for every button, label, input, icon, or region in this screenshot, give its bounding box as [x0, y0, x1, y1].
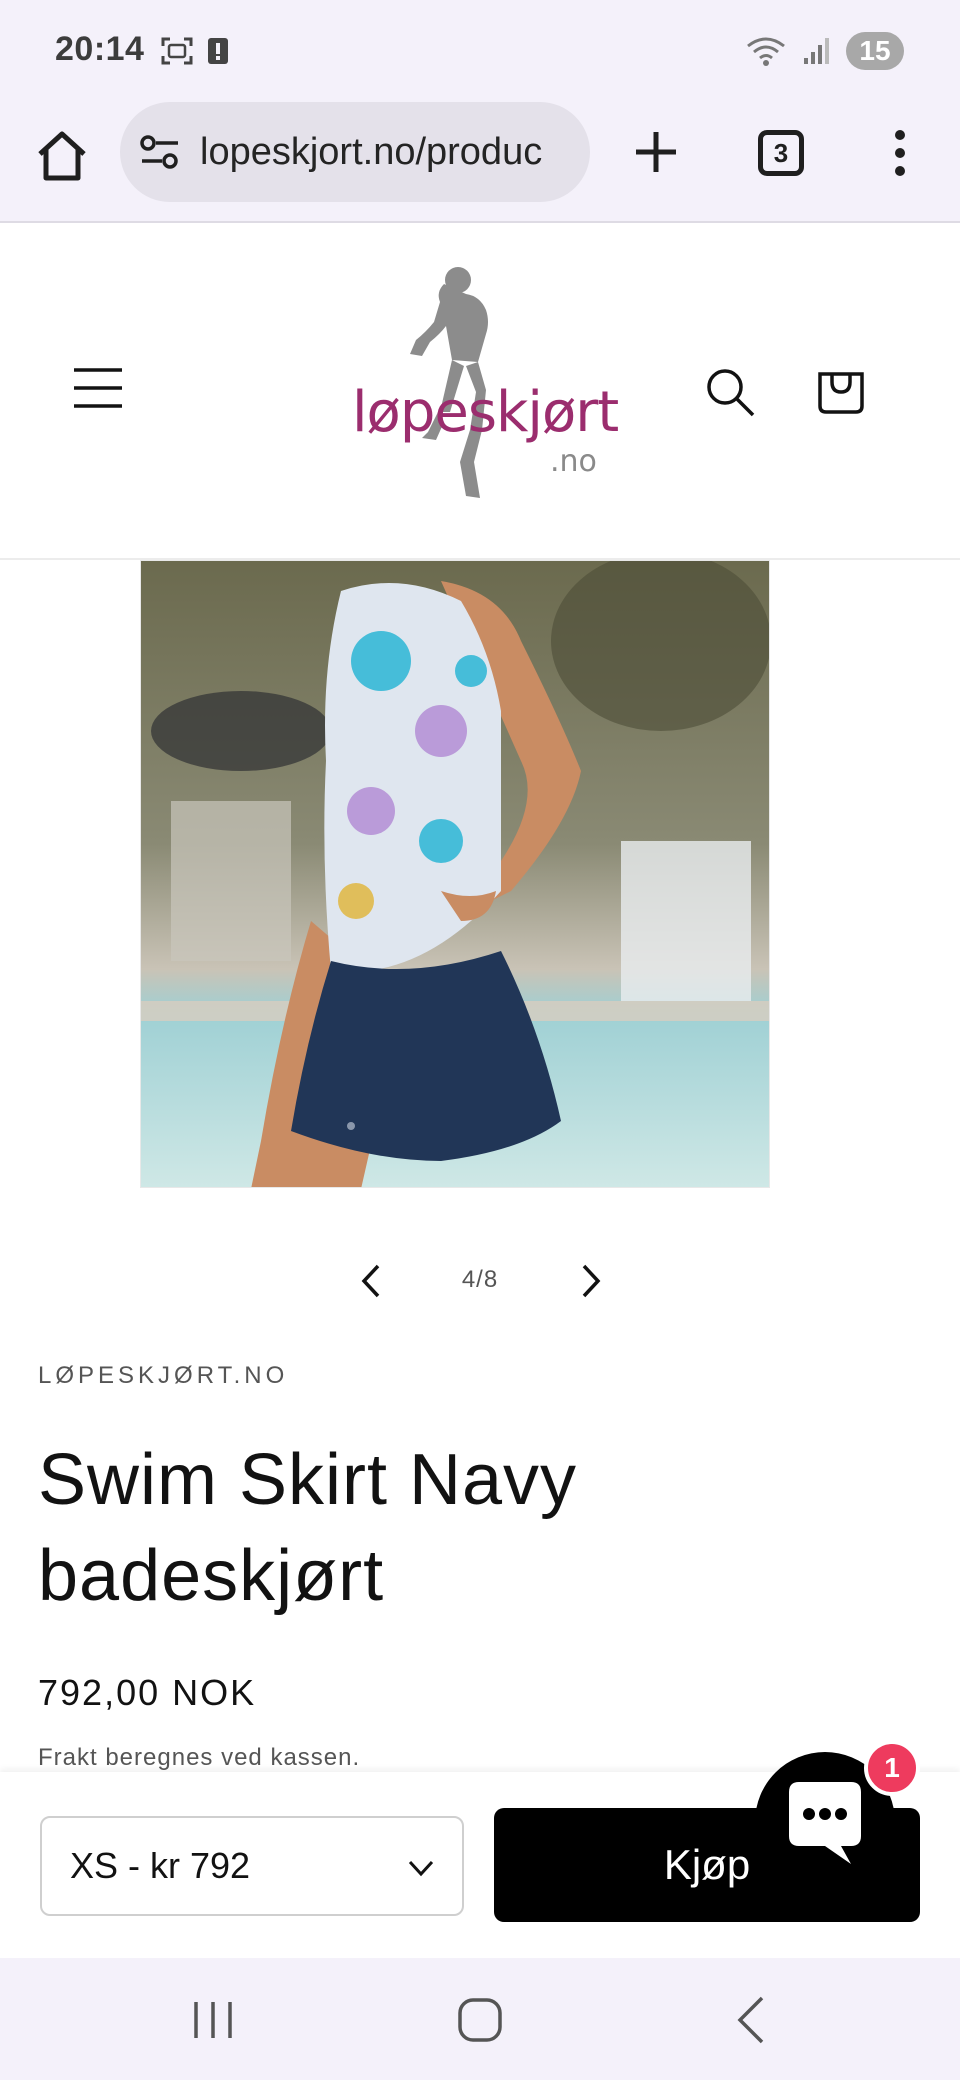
new-tab-icon[interactable]: [628, 124, 684, 180]
system-nav-bar: [0, 1958, 960, 2080]
signal-icon: [804, 38, 829, 64]
slider-next-button[interactable]: [576, 1262, 606, 1300]
recents-icon[interactable]: [190, 1998, 236, 2042]
site-header: løpeskjørt .no: [0, 224, 960, 560]
home-icon[interactable]: [32, 126, 92, 186]
browser-toolbar: lopeskjort.no/produc 3: [0, 100, 960, 223]
tabs-icon[interactable]: 3: [758, 130, 804, 176]
status-time: 20:14: [55, 30, 145, 68]
slider-counter: 4/8: [461, 1266, 499, 1293]
status-bar: 20:14 15: [0, 0, 960, 100]
more-icon[interactable]: [882, 128, 918, 178]
product-vendor: LØPESKJØRT.NO: [38, 1362, 289, 1389]
product-title: Swim Skirt Navy badeskjørt: [38, 1440, 578, 1616]
back-icon[interactable]: [732, 1994, 768, 2046]
alert-icon: [208, 38, 228, 64]
chat-unread-badge: 1: [864, 1740, 920, 1796]
product-image[interactable]: [140, 560, 770, 1188]
chevron-down-icon: [408, 1860, 434, 1877]
battery-icon: 15: [846, 32, 904, 70]
product-price: 792,00 NOK: [38, 1672, 257, 1713]
variant-select[interactable]: XS - kr 792: [40, 1816, 464, 1916]
variant-selected-value: XS - kr 792: [70, 1845, 251, 1886]
wifi-icon: [747, 37, 785, 66]
buy-button-label: Kjøp: [663, 1841, 751, 1888]
search-icon[interactable]: [704, 366, 756, 418]
logo-text: løpeskjørt: [352, 380, 619, 445]
slider-previous-button[interactable]: [356, 1262, 386, 1300]
shipping-note: Frakt beregnes ved kassen.: [38, 1744, 361, 1771]
address-bar[interactable]: lopeskjort.no/produc: [120, 102, 590, 202]
product-photo: [141, 561, 769, 1187]
site-logo[interactable]: løpeskjørt .no: [340, 262, 619, 520]
screenshot-icon: [161, 37, 193, 65]
site-settings-icon[interactable]: [140, 134, 180, 170]
cart-icon[interactable]: [814, 362, 868, 416]
logo-subtext: .no: [550, 444, 597, 479]
url-text[interactable]: lopeskjort.no/produc: [200, 131, 542, 174]
home-button-icon[interactable]: [456, 1996, 504, 2044]
menu-icon[interactable]: [72, 366, 124, 410]
